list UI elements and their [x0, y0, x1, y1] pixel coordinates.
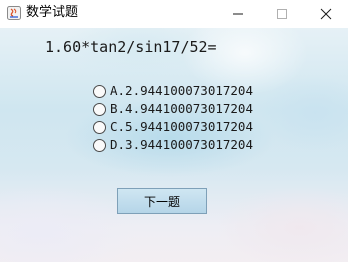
close-button[interactable]	[304, 0, 348, 28]
radio-button-d[interactable]	[93, 138, 106, 152]
option-d[interactable]: D.3.944100073017204	[93, 136, 253, 154]
option-a[interactable]: A.2.944100073017204	[93, 82, 253, 100]
minimize-button[interactable]	[216, 0, 260, 28]
app-window: 数学试题 1.60*tan2/sin17/52= A.2.94410007301…	[0, 0, 348, 262]
close-icon	[320, 8, 332, 20]
maximize-icon	[277, 9, 287, 19]
next-question-button[interactable]: 下一题	[117, 188, 207, 214]
minimize-icon	[233, 13, 243, 15]
quiz-panel: 1.60*tan2/sin17/52= A.2.944100073017204 …	[0, 28, 348, 262]
title-bar: 数学试题	[0, 0, 348, 28]
java-app-icon	[7, 6, 21, 20]
option-b[interactable]: B.4.944100073017204	[93, 100, 253, 118]
option-a-label[interactable]: A.2.944100073017204	[110, 82, 253, 100]
option-c[interactable]: C.5.944100073017204	[93, 118, 253, 136]
option-c-label[interactable]: C.5.944100073017204	[110, 118, 253, 136]
option-b-label[interactable]: B.4.944100073017204	[110, 100, 253, 118]
radio-button-a[interactable]	[93, 84, 106, 98]
radio-button-b[interactable]	[93, 102, 106, 116]
option-d-label[interactable]: D.3.944100073017204	[110, 136, 253, 154]
maximize-button[interactable]	[260, 0, 304, 28]
question-text: 1.60*tan2/sin17/52=	[45, 38, 217, 56]
answer-options: A.2.944100073017204 B.4.944100073017204 …	[93, 82, 253, 154]
radio-button-c[interactable]	[93, 120, 106, 134]
window-title: 数学试题	[26, 5, 79, 20]
